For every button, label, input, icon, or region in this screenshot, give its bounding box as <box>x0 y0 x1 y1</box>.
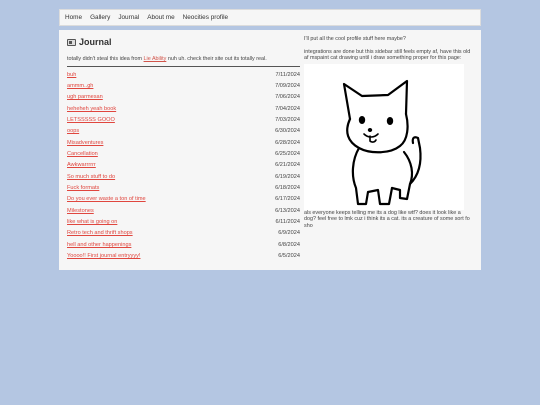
journal-entry-link[interactable]: Fuck formats <box>67 185 99 191</box>
journal-entry-link[interactable]: heheheh yeah book <box>67 106 116 112</box>
journal-entry-date: 7/03/2024 <box>275 117 300 124</box>
journal-entry-date: 6/18/2024 <box>275 185 300 192</box>
journal-entry-date: 6/25/2024 <box>275 151 300 158</box>
journal-entry-row: oops 6/30/2024 <box>67 126 300 137</box>
journal-entry-row: like what is going on 6/11/2024 <box>67 216 300 227</box>
journal-entry-date: 6/19/2024 <box>275 173 300 180</box>
journal-entry-row: Fuck formats 6/18/2024 <box>67 182 300 193</box>
sidebar-note-2: integrations are done but this sidebar s… <box>304 48 471 62</box>
journal-entry-link[interactable]: oops <box>67 128 79 134</box>
nav-link-home[interactable]: Home <box>65 14 82 21</box>
journal-entry-link[interactable]: Do you ever waste a ton of time <box>67 196 146 202</box>
journal-entry-date: 6/21/2024 <box>275 162 300 169</box>
journal-entry-link[interactable]: LETSSSSS GOOO <box>67 117 115 123</box>
journal-entry-row: Cancellation 6/25/2024 <box>67 148 300 159</box>
photo-icon <box>67 38 76 46</box>
nav-link-journal[interactable]: Journal <box>118 14 139 21</box>
journal-intro: totally didn't steal this idea from Lie … <box>67 56 300 62</box>
journal-entry-row: ammm..gh 7/09/2024 <box>67 80 300 91</box>
journal-entry-row: Do you ever waste a ton of time 6/17/2024 <box>67 194 300 205</box>
journal-entry-link[interactable]: So much stuff to do <box>67 174 115 180</box>
intro-text-before: totally didn't steal this idea from <box>67 56 144 62</box>
lie-ability-link[interactable]: Lie Ability <box>144 56 167 62</box>
journal-entry-row: Milestones 6/13/2024 <box>67 205 300 216</box>
journal-entry-row: So much stuff to do 6/19/2024 <box>67 171 300 182</box>
journal-entry-row: Yoooo!! First journal entryyyy! 6/5/2024 <box>67 251 300 262</box>
nav-link-gallery[interactable]: Gallery <box>90 14 110 21</box>
journal-entry-link[interactable]: Misadventures <box>67 140 103 146</box>
journal-title-text: Journal <box>79 37 112 47</box>
cat-drawing <box>304 63 464 210</box>
journal-entry-link[interactable]: Yoooo!! First journal entryyyy! <box>67 253 140 259</box>
journal-entry-date: 6/28/2024 <box>275 139 300 146</box>
journal-entry-date: 6/17/2024 <box>275 196 300 203</box>
journal-entry-date: 6/5/2024 <box>278 253 300 260</box>
nav-link-neocities-profile[interactable]: Neocities profile <box>183 14 228 21</box>
journal-entry-row: heheheh yeah book 7/04/2024 <box>67 103 300 114</box>
nav-link-about-me[interactable]: About me <box>147 14 174 21</box>
journal-entry-row: buh 7/11/2024 <box>67 69 300 80</box>
journal-entry-link[interactable]: hell and other happenings <box>67 242 131 248</box>
journal-entry-date: 6/9/2024 <box>278 230 300 237</box>
journal-entry-date: 6/30/2024 <box>275 128 300 135</box>
journal-entry-link[interactable]: Awkwarrrrrr <box>67 162 96 168</box>
journal-entry-link[interactable]: buh <box>67 72 76 78</box>
journal-entry-row: ugh parmesan 7/06/2024 <box>67 92 300 103</box>
sidebar: I'll put all the cool profile stuff here… <box>304 36 472 230</box>
sidebar-note-3: als everyone keeps telling me its a dog … <box>304 209 470 229</box>
journal-entry-link[interactable]: Milestones <box>67 208 94 214</box>
journal-entry-link[interactable]: ugh parmesan <box>67 94 103 100</box>
journal-entry-row: hell and other happenings 6/8/2024 <box>67 239 300 250</box>
journal-entry-list: buh 7/11/2024 ammm..gh 7/09/2024 ugh parmesa… <box>67 69 300 262</box>
journal-entry-link[interactable]: Cancellation <box>67 151 98 157</box>
journal-entry-link[interactable]: like what is going on <box>67 219 117 225</box>
journal-title: Journal <box>67 37 300 47</box>
main-panel: Journal totally didn't steal this idea f… <box>59 30 481 270</box>
journal-entry-date: 6/13/2024 <box>275 207 300 214</box>
journal-entry-date: 7/04/2024 <box>275 105 300 112</box>
journal-entry-row: Misadventures 6/28/2024 <box>67 137 300 148</box>
journal-entry-row: Retro tech and thrift shops 6/9/2024 <box>67 228 300 239</box>
journal-entry-date: 6/11/2024 <box>275 219 300 226</box>
journal-entry-date: 7/09/2024 <box>275 83 300 90</box>
journal-section: Journal totally didn't steal this idea f… <box>67 37 300 262</box>
journal-entry-row: Awkwarrrrrr 6/21/2024 <box>67 160 300 171</box>
journal-entry-date: 6/8/2024 <box>278 241 300 248</box>
divider <box>67 66 300 67</box>
journal-entry-link[interactable]: ammm..gh <box>67 83 93 89</box>
cat-drawing-svg <box>342 79 422 205</box>
intro-text-after: nuh uh. check their site out its totally… <box>166 56 267 62</box>
journal-entry-date: 7/11/2024 <box>275 71 300 78</box>
journal-entry-row: LETSSSSS GOOO 7/03/2024 <box>67 114 300 125</box>
top-nav: Home Gallery Journal About me Neocities prof… <box>59 9 481 26</box>
journal-entry-link[interactable]: Retro tech and thrift shops <box>67 230 133 236</box>
sidebar-note-1: I'll put all the cool profile stuff here… <box>304 36 406 42</box>
journal-entry-date: 7/06/2024 <box>275 94 300 101</box>
